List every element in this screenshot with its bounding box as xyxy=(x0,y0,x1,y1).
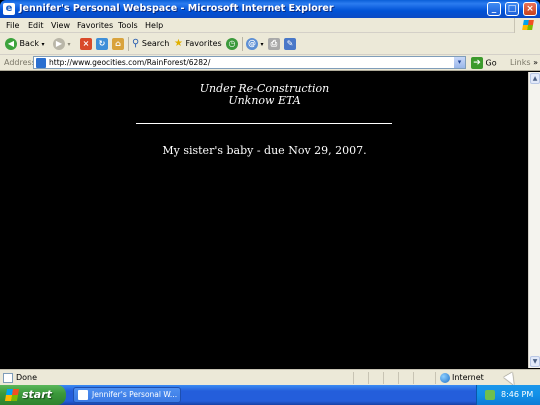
address-dropdown-icon[interactable]: ▾ xyxy=(454,57,465,68)
start-label: start xyxy=(22,388,52,401)
ie-icon: e xyxy=(3,3,15,15)
heading-line2: Unknow ETA xyxy=(228,94,301,107)
windows-logo-icon xyxy=(4,389,20,401)
menu-file[interactable]: File xyxy=(6,20,19,31)
forward-dropdown-icon: ▾ xyxy=(67,41,71,48)
forward-button[interactable]: ▶ ▾ xyxy=(53,37,71,51)
mail-dropdown-icon: ▾ xyxy=(260,41,264,48)
mail-icon: @ xyxy=(246,37,258,50)
windows-logo-icon xyxy=(514,18,540,33)
ie-icon xyxy=(78,390,88,400)
search-icon: ⚲ xyxy=(132,38,140,49)
address-bar: Address http://www.geocities.com/RainFor… xyxy=(0,55,540,71)
favorites-label: Favorites xyxy=(185,39,222,48)
start-button[interactable]: start xyxy=(0,385,66,405)
security-zone: Internet xyxy=(452,373,484,382)
status-text: Done xyxy=(16,373,38,382)
status-bar: Done Internet xyxy=(0,369,540,385)
history-icon: ◷ xyxy=(226,37,238,50)
go-arrow-icon: ➔ xyxy=(471,57,483,69)
taskbar-item-label: Jennifer's Personal W... xyxy=(92,390,178,399)
refresh-icon: ↻ xyxy=(96,37,108,50)
minimize-button[interactable]: _ xyxy=(487,2,501,16)
scroll-down-button[interactable]: ▼ xyxy=(530,356,540,367)
horizontal-rule xyxy=(136,123,392,124)
menu-tools[interactable]: Tools xyxy=(118,20,138,31)
menu-bar: File Edit View Favorites Tools Help xyxy=(0,18,540,33)
taskbar: start Jennifer's Personal W... 8:46 PM xyxy=(0,385,540,405)
stop-button[interactable]: × xyxy=(80,37,92,51)
system-tray: 8:46 PM xyxy=(476,385,540,405)
title-bar[interactable]: e Jennifer's Personal Webspace - Microso… xyxy=(0,0,540,18)
scroll-up-button[interactable]: ▲ xyxy=(530,73,540,84)
address-url: http://www.geocities.com/RainForest/6282… xyxy=(49,58,211,67)
edit-icon: ✎ xyxy=(284,37,296,50)
favorites-button[interactable]: ★ Favorites xyxy=(174,37,222,51)
menu-help[interactable]: Help xyxy=(145,20,163,31)
page-icon xyxy=(36,58,46,68)
search-button[interactable]: ⚲ Search xyxy=(132,37,169,51)
internet-zone-icon xyxy=(440,373,450,383)
address-label: Address xyxy=(4,58,36,67)
back-button[interactable]: ◀ Back ▾ xyxy=(5,37,45,51)
baby-announcement: My sister's baby - due Nov 29, 2007. xyxy=(162,144,367,157)
links-button[interactable]: Links » xyxy=(510,58,538,68)
back-icon: ◀ xyxy=(5,37,17,50)
window-title: Jennifer's Personal Webspace - Microsoft… xyxy=(19,3,334,14)
address-input[interactable]: http://www.geocities.com/RainForest/6282… xyxy=(33,56,466,69)
print-button[interactable]: ⎙ xyxy=(268,37,280,51)
vertical-scrollbar[interactable]: ▲ ▼ xyxy=(528,72,540,368)
edit-button[interactable]: ✎ xyxy=(284,37,296,51)
clock[interactable]: 8:46 PM xyxy=(501,390,533,400)
close-button[interactable]: × xyxy=(523,2,537,16)
back-label: Back xyxy=(19,39,39,48)
forward-icon: ▶ xyxy=(53,37,65,50)
print-icon: ⎙ xyxy=(268,37,280,50)
chevron-right-icon: » xyxy=(533,58,539,67)
search-label: Search xyxy=(141,39,170,48)
links-label: Links xyxy=(510,58,531,67)
network-icon[interactable] xyxy=(485,390,495,400)
page-icon xyxy=(3,373,13,383)
go-button[interactable]: ➔ Go xyxy=(471,57,497,70)
menu-favorites[interactable]: Favorites xyxy=(77,20,113,31)
go-label: Go xyxy=(485,58,497,68)
history-button[interactable]: ◷ xyxy=(226,37,238,51)
home-icon: ⌂ xyxy=(112,37,124,50)
refresh-button[interactable]: ↻ xyxy=(96,37,108,51)
standard-toolbar: ◀ Back ▾ ▶ ▾ × ↻ ⌂ ⚲ Search ★ Favorites … xyxy=(0,33,540,55)
menu-edit[interactable]: Edit xyxy=(28,20,44,31)
taskbar-item-ie[interactable]: Jennifer's Personal W... xyxy=(73,387,181,403)
favorites-icon: ★ xyxy=(174,38,183,49)
menu-view[interactable]: View xyxy=(51,20,70,31)
page-content: Under Re-Construction Unknow ETA My sist… xyxy=(1,72,528,368)
back-dropdown-icon: ▾ xyxy=(41,41,45,48)
mail-button[interactable]: @ ▾ xyxy=(246,37,264,51)
home-button[interactable]: ⌂ xyxy=(112,37,124,51)
maximize-button[interactable]: □ xyxy=(505,2,519,16)
stop-icon: × xyxy=(80,37,92,50)
